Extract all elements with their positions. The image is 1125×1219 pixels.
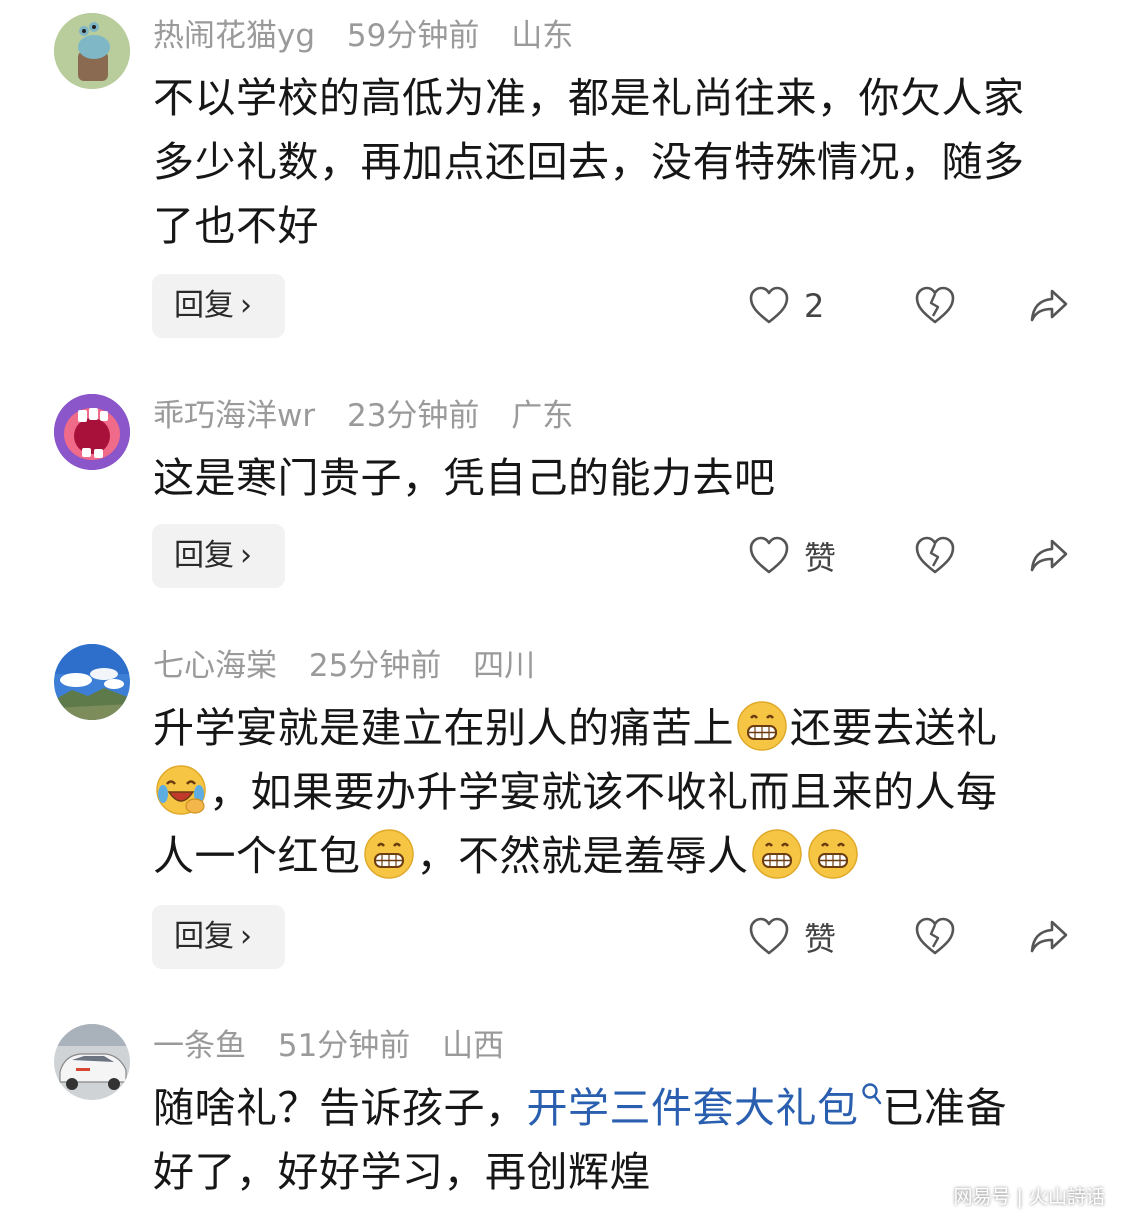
comment-meta: 一条鱼 51分钟前 山西 bbox=[153, 1026, 526, 1066]
chevron-right-icon: › bbox=[240, 919, 252, 954]
share-button[interactable] bbox=[1028, 524, 1070, 588]
like-button[interactable]: 赞 bbox=[748, 905, 836, 969]
text-segment: 升学宴就是建立在别人的痛苦上 bbox=[153, 704, 734, 752]
username[interactable]: 七心海棠 bbox=[153, 648, 277, 684]
share-icon bbox=[1030, 920, 1068, 953]
dislike-button[interactable] bbox=[914, 524, 956, 588]
reply-button[interactable]: 回复 › bbox=[152, 274, 285, 338]
grin-emoji-icon bbox=[737, 701, 787, 751]
heart-icon bbox=[749, 286, 789, 324]
username[interactable]: 热闹花猫yg bbox=[153, 18, 315, 54]
text-segment: ，不然就是羞辱人 bbox=[416, 832, 749, 880]
chevron-right-icon: › bbox=[240, 538, 252, 573]
comment-location: 山东 bbox=[511, 18, 574, 54]
chevron-right-icon: › bbox=[240, 288, 252, 323]
text-segment: 随啥礼？告诉孩子， bbox=[153, 1084, 527, 1132]
comment-text: 随啥礼？告诉孩子，开学三件套大礼包 已准备 好了，好好学习，再创辉煌 bbox=[153, 1076, 1073, 1204]
heart-icon bbox=[749, 917, 789, 955]
text-segment: 已准备 bbox=[882, 1084, 1007, 1132]
text-segment: 还要去送礼 bbox=[790, 704, 998, 752]
car-avatar-icon bbox=[54, 1024, 130, 1100]
text-segment: 人一个红包 bbox=[153, 832, 361, 880]
share-button[interactable] bbox=[1028, 274, 1070, 338]
like-button[interactable]: 赞 bbox=[748, 524, 836, 588]
avatar[interactable] bbox=[54, 13, 130, 89]
mouth-avatar-icon bbox=[54, 394, 130, 470]
comment-actions: 赞 bbox=[748, 524, 1078, 588]
comment-time: 51分钟前 bbox=[277, 1028, 411, 1064]
comment-line: ，如果要办升学宴就该不收礼而且来的人每 bbox=[153, 760, 1073, 824]
username[interactable]: 一条鱼 bbox=[153, 1028, 246, 1064]
reply-button[interactable]: 回复 › bbox=[152, 524, 285, 588]
username[interactable]: 乖巧海洋wr bbox=[153, 398, 315, 434]
search-icon[interactable] bbox=[861, 1082, 883, 1108]
avatar[interactable] bbox=[54, 1024, 130, 1100]
broken-heart-icon bbox=[915, 286, 955, 324]
comment-location: 四川 bbox=[473, 648, 536, 684]
comment-line: 随啥礼？告诉孩子，开学三件套大礼包 已准备 bbox=[153, 1076, 1073, 1140]
avatar[interactable] bbox=[54, 644, 130, 720]
grin-emoji-icon bbox=[807, 829, 858, 879]
laugh-cry-emoji-icon bbox=[156, 765, 206, 815]
comment-meta: 七心海棠 25分钟前 四川 bbox=[153, 646, 557, 686]
comment-actions: 2 bbox=[748, 274, 1078, 338]
comment-text: 这是寒门贵子，凭自己的能力去吧 bbox=[153, 446, 1073, 510]
comment-meta: 热闹花猫yg 59分钟前 山东 bbox=[153, 16, 595, 56]
text-segment: ，如果要办升学宴就该不收礼而且来的人每 bbox=[209, 768, 998, 816]
comment-text: 不以学校的高低为准，都是礼尚往来，你欠人家 多少礼数，再加点还回去，没有特殊情况… bbox=[153, 66, 1073, 258]
snail-avatar-icon bbox=[54, 13, 130, 89]
comment-location: 山西 bbox=[442, 1028, 505, 1064]
comment-line: 升学宴就是建立在别人的痛苦上 还要去送礼 bbox=[153, 696, 1073, 760]
heart-icon bbox=[749, 536, 789, 574]
reply-label: 回复 bbox=[174, 919, 234, 954]
share-icon bbox=[1030, 289, 1068, 322]
broken-heart-icon bbox=[915, 536, 955, 574]
comment-actions: 赞 bbox=[748, 905, 1078, 969]
like-label: 赞 bbox=[804, 920, 837, 958]
comment-time: 59分钟前 bbox=[346, 18, 480, 54]
comment-line: 多少礼数，再加点还回去，没有特殊情况，随多 bbox=[153, 138, 1025, 186]
comment-location: 广东 bbox=[511, 398, 574, 434]
avatar[interactable] bbox=[54, 394, 130, 470]
comment-line: 不以学校的高低为准，都是礼尚往来，你欠人家 bbox=[153, 74, 1025, 122]
comment-meta: 乖巧海洋wr 23分钟前 广东 bbox=[153, 396, 595, 436]
search-link[interactable]: 开学三件套大礼包 bbox=[527, 1084, 859, 1132]
comment-text: 升学宴就是建立在别人的痛苦上 还要去送礼 ，如果要办升学宴就该不收礼而且来的人每 … bbox=[153, 696, 1073, 888]
comment-line: 了也不好 bbox=[153, 202, 319, 250]
comment-line: 好了，好好学习，再创辉煌 bbox=[153, 1148, 651, 1196]
grin-emoji-icon bbox=[751, 829, 802, 879]
reply-label: 回复 bbox=[174, 538, 234, 573]
reply-label: 回复 bbox=[174, 288, 234, 323]
like-count: 2 bbox=[804, 287, 825, 325]
watermark: 网易号 | 火山詩话 bbox=[953, 1186, 1105, 1208]
like-label: 赞 bbox=[804, 539, 837, 577]
grin-emoji-icon bbox=[363, 829, 414, 879]
dislike-button[interactable] bbox=[914, 905, 956, 969]
comment-line: 人一个红包 ，不然就是羞辱人 bbox=[153, 824, 1073, 888]
broken-heart-icon bbox=[915, 917, 955, 955]
comment-time: 23分钟前 bbox=[346, 398, 480, 434]
share-button[interactable] bbox=[1028, 905, 1070, 969]
reply-button[interactable]: 回复 › bbox=[152, 905, 285, 969]
dislike-button[interactable] bbox=[914, 274, 956, 338]
landscape-avatar-icon bbox=[54, 644, 130, 720]
like-button[interactable]: 2 bbox=[748, 274, 824, 338]
comment-line: 这是寒门贵子，凭自己的能力去吧 bbox=[153, 454, 776, 502]
comment-time: 25分钟前 bbox=[308, 648, 442, 684]
share-icon bbox=[1030, 539, 1068, 572]
